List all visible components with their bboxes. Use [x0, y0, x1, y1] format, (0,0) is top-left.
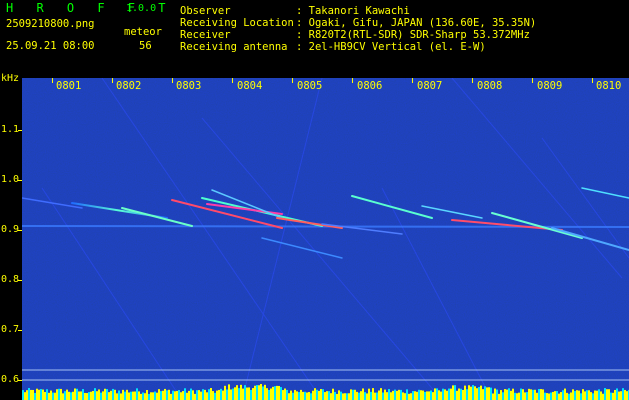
x-tick-label: 0806	[357, 80, 383, 92]
x-tick-label: 0804	[237, 80, 263, 92]
x-tick	[52, 78, 53, 83]
axis-unit-label: kHz	[1, 73, 20, 84]
x-tick	[352, 78, 353, 83]
x-tick-label: 0807	[417, 80, 443, 92]
x-tick-label: 0805	[297, 80, 323, 92]
x-tick	[412, 78, 413, 83]
x-tick-label: 0803	[176, 80, 202, 92]
meteor-label: meteor	[124, 26, 162, 38]
spectrogram-image	[22, 78, 629, 400]
spectrogram-noise	[22, 78, 629, 400]
x-tick-label: 0801	[56, 80, 82, 92]
date-time: 25.09.21 08:00	[6, 40, 95, 52]
x-tick	[592, 78, 593, 83]
app-version: 1.0.0	[126, 3, 157, 14]
y-tick-label: 1.1	[1, 124, 20, 135]
info-value-receiver: : R820T2(RTL-SDR) SDR-Sharp 53.372MHz	[296, 29, 530, 41]
header-panel: H R O F F T 1.0.0 2509210800.png meteor …	[0, 0, 629, 78]
info-key-antenna: Receiving antenna	[180, 41, 288, 53]
info-value-antenna: : 2el-HB9CV Vertical (el. E-W)	[296, 41, 486, 53]
y-tick-label: 0.9	[1, 224, 20, 235]
x-tick	[172, 78, 173, 83]
file-name: 2509210800.png	[6, 18, 95, 30]
x-tick	[472, 78, 473, 83]
x-tick-label: 0809	[537, 80, 563, 92]
x-tick	[532, 78, 533, 83]
x-tick	[292, 78, 293, 83]
info-key-location: Receiving Location	[180, 17, 294, 29]
x-tick	[232, 78, 233, 83]
info-value-location: : Ogaki, Gifu, JAPAN (136.60E, 35.35N)	[296, 17, 537, 29]
x-tick-label: 0808	[477, 80, 503, 92]
info-key-receiver: Receiver	[180, 29, 231, 41]
x-tick	[112, 78, 113, 83]
spectrogram-area	[22, 78, 629, 400]
meteor-count: 56	[139, 40, 152, 52]
y-tick-label: 0.7	[1, 324, 20, 335]
info-key-observer: Observer	[180, 5, 231, 17]
y-tick-label: 0.6	[1, 374, 20, 385]
y-tick-label: 1.0	[1, 174, 20, 185]
x-tick-label: 0810	[596, 80, 622, 92]
x-tick-label: 0802	[116, 80, 142, 92]
y-tick-label: 0.8	[1, 274, 20, 285]
info-value-observer: : Takanori Kawachi	[296, 5, 410, 17]
